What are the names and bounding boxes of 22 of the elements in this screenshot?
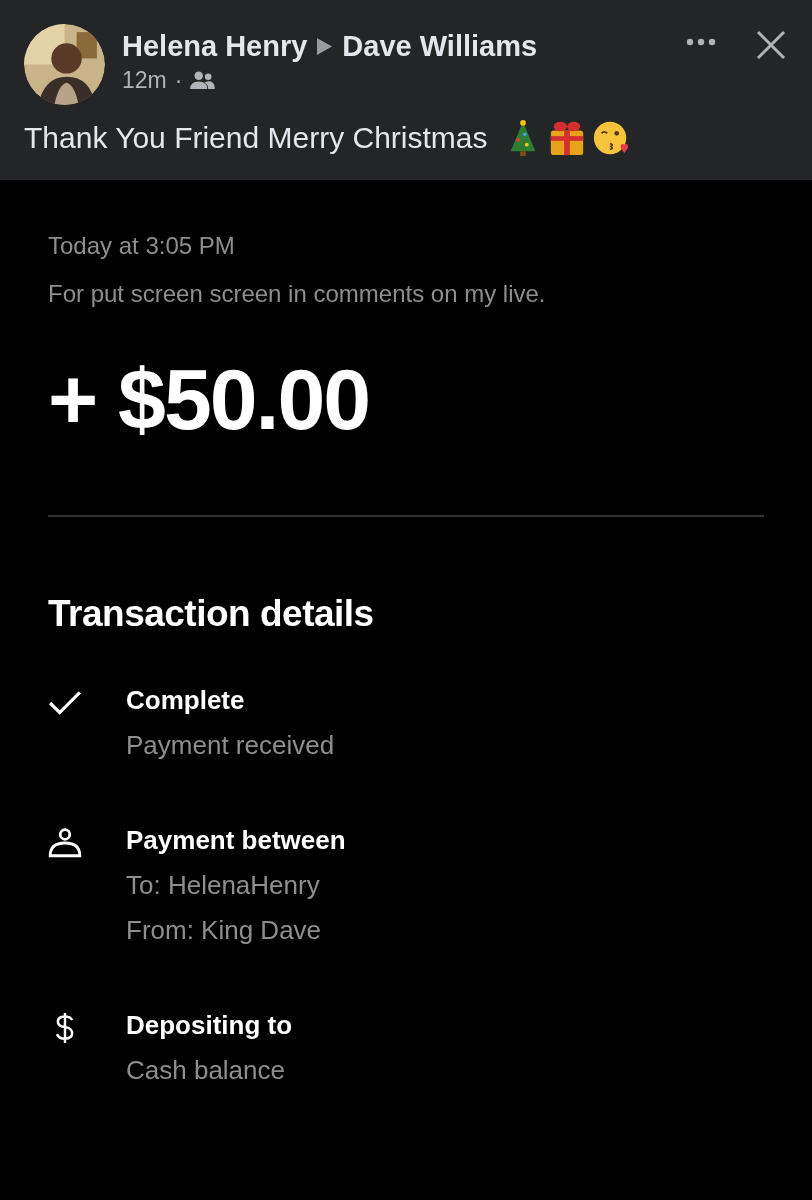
payment-amount: + $50.00 <box>48 350 371 449</box>
more-button[interactable] <box>686 38 716 46</box>
separator-dot: · <box>174 67 183 94</box>
close-button[interactable] <box>756 30 786 60</box>
transaction-date: Today at 3:05 PM <box>48 232 236 260</box>
triangle-icon <box>317 38 333 55</box>
detail-text: To: HelenaHenry <box>126 870 321 901</box>
post-message: Thank You Friend Merry Christmas <box>24 121 488 155</box>
payment-note: For put screen screen in comments on my live. <box>48 280 547 308</box>
section-title: Transaction details <box>48 593 375 635</box>
detail-text: Payment received <box>126 730 335 761</box>
detail-text: Cash balance <box>126 1055 286 1086</box>
post-time[interactable]: 12m <box>122 67 167 94</box>
friends-icon <box>190 71 216 90</box>
author-name[interactable]: Helena Henry <box>122 30 308 63</box>
person-icon <box>48 827 82 859</box>
detail-text: From: King Dave <box>126 915 323 946</box>
kissing-face-icon <box>591 119 630 157</box>
recipient-name[interactable]: Dave Williams <box>342 30 538 63</box>
detail-title: Depositing to <box>126 1010 293 1041</box>
detail-title: Complete <box>126 685 246 716</box>
detail-title: Payment between <box>126 825 346 856</box>
